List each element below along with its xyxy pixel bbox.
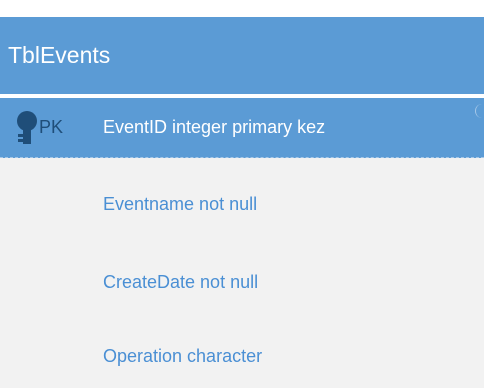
entity-header: TblEvents <box>0 17 484 94</box>
field-row-label[interactable]: Eventname not null <box>103 194 257 215</box>
pk-badge: PK <box>39 117 64 137</box>
scroll-edge-mark <box>475 104 484 118</box>
key-icon <box>17 111 37 144</box>
diagram-canvas: TblEvents PK EventID integer primary kez… <box>0 0 484 388</box>
field-row-label[interactable]: Operation character <box>103 346 262 367</box>
entity-title: TblEvents <box>8 42 111 68</box>
entity-table[interactable]: TblEvents PK EventID integer primary kez… <box>0 17 484 388</box>
field-row-label[interactable]: CreateDate not null <box>103 272 258 293</box>
primary-key-row[interactable]: PK EventID integer primary kez <box>0 98 484 158</box>
pk-field-label: EventID integer primary kez <box>103 117 326 137</box>
